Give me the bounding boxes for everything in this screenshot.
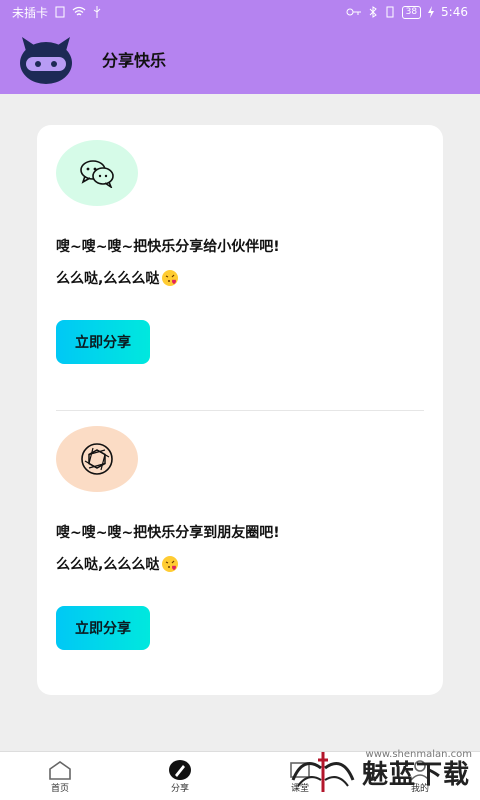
share-friends-section: 嗖~嗖~嗖~把快乐分享给小伙伴吧! 么么哒,么么么哒 立即分享 — [56, 140, 424, 364]
kiss-emoji-icon — [162, 556, 179, 572]
section-divider — [56, 410, 424, 411]
wechat-icon-badge — [56, 140, 138, 206]
wechat-icon — [80, 160, 114, 188]
status-bar: 未插卡 38 5:46 — [0, 0, 480, 24]
share-moments-subtext: 么么哒,么么么哒 — [56, 554, 424, 574]
nav-share-label: 分享 — [170, 783, 189, 794]
kiss-emoji-icon — [162, 270, 179, 286]
share-friends-button[interactable]: 立即分享 — [56, 320, 150, 364]
wifi-icon — [72, 6, 86, 16]
watermark-text: 魅蓝下载 — [361, 759, 470, 790]
app-logo-icon — [20, 37, 72, 84]
share-card: 嗖~嗖~嗖~把快乐分享给小伙伴吧! 么么哒,么么么哒 立即分享 嗖~嗖~嗖~把快… — [37, 125, 443, 695]
usb-icon — [93, 6, 101, 18]
nav-home-label: 首页 — [50, 783, 69, 794]
sim-icon — [55, 6, 65, 18]
watermark: 魅蓝下载 — [288, 750, 470, 794]
vibrate-icon — [386, 6, 394, 18]
share-moments-button[interactable]: 立即分享 — [56, 606, 150, 650]
moments-icon-badge — [56, 426, 138, 492]
nav-share[interactable]: 分享 — [120, 752, 240, 800]
app-header: 分享快乐 — [0, 24, 480, 94]
charging-icon — [428, 6, 435, 18]
key-icon — [346, 8, 361, 16]
page-title: 分享快乐 — [102, 51, 167, 70]
battery-indicator: 38 — [401, 5, 422, 19]
share-moments-section: 嗖~嗖~嗖~把快乐分享到朋友圈吧! 么么哒,么么么哒 立即分享 — [56, 426, 424, 650]
share-moments-text: 嗖~嗖~嗖~把快乐分享到朋友圈吧! — [56, 525, 280, 541]
nav-home[interactable]: 首页 — [0, 752, 120, 800]
carrier-text: 未插卡 — [12, 5, 49, 20]
dragon-logo-icon — [291, 752, 355, 792]
share-friends-text: 嗖~嗖~嗖~把快乐分享给小伙伴吧! — [56, 239, 280, 255]
kiss-text: 么么哒,么么么哒 — [56, 271, 160, 287]
bluetooth-icon — [369, 6, 377, 18]
share-friends-subtext: 么么哒,么么么哒 — [56, 268, 424, 288]
moments-aperture-icon — [81, 443, 113, 475]
home-icon — [49, 760, 71, 780]
clock: 5:46 — [441, 5, 468, 19]
kiss-text: 么么哒,么么么哒 — [56, 557, 160, 573]
compass-icon — [169, 759, 191, 780]
